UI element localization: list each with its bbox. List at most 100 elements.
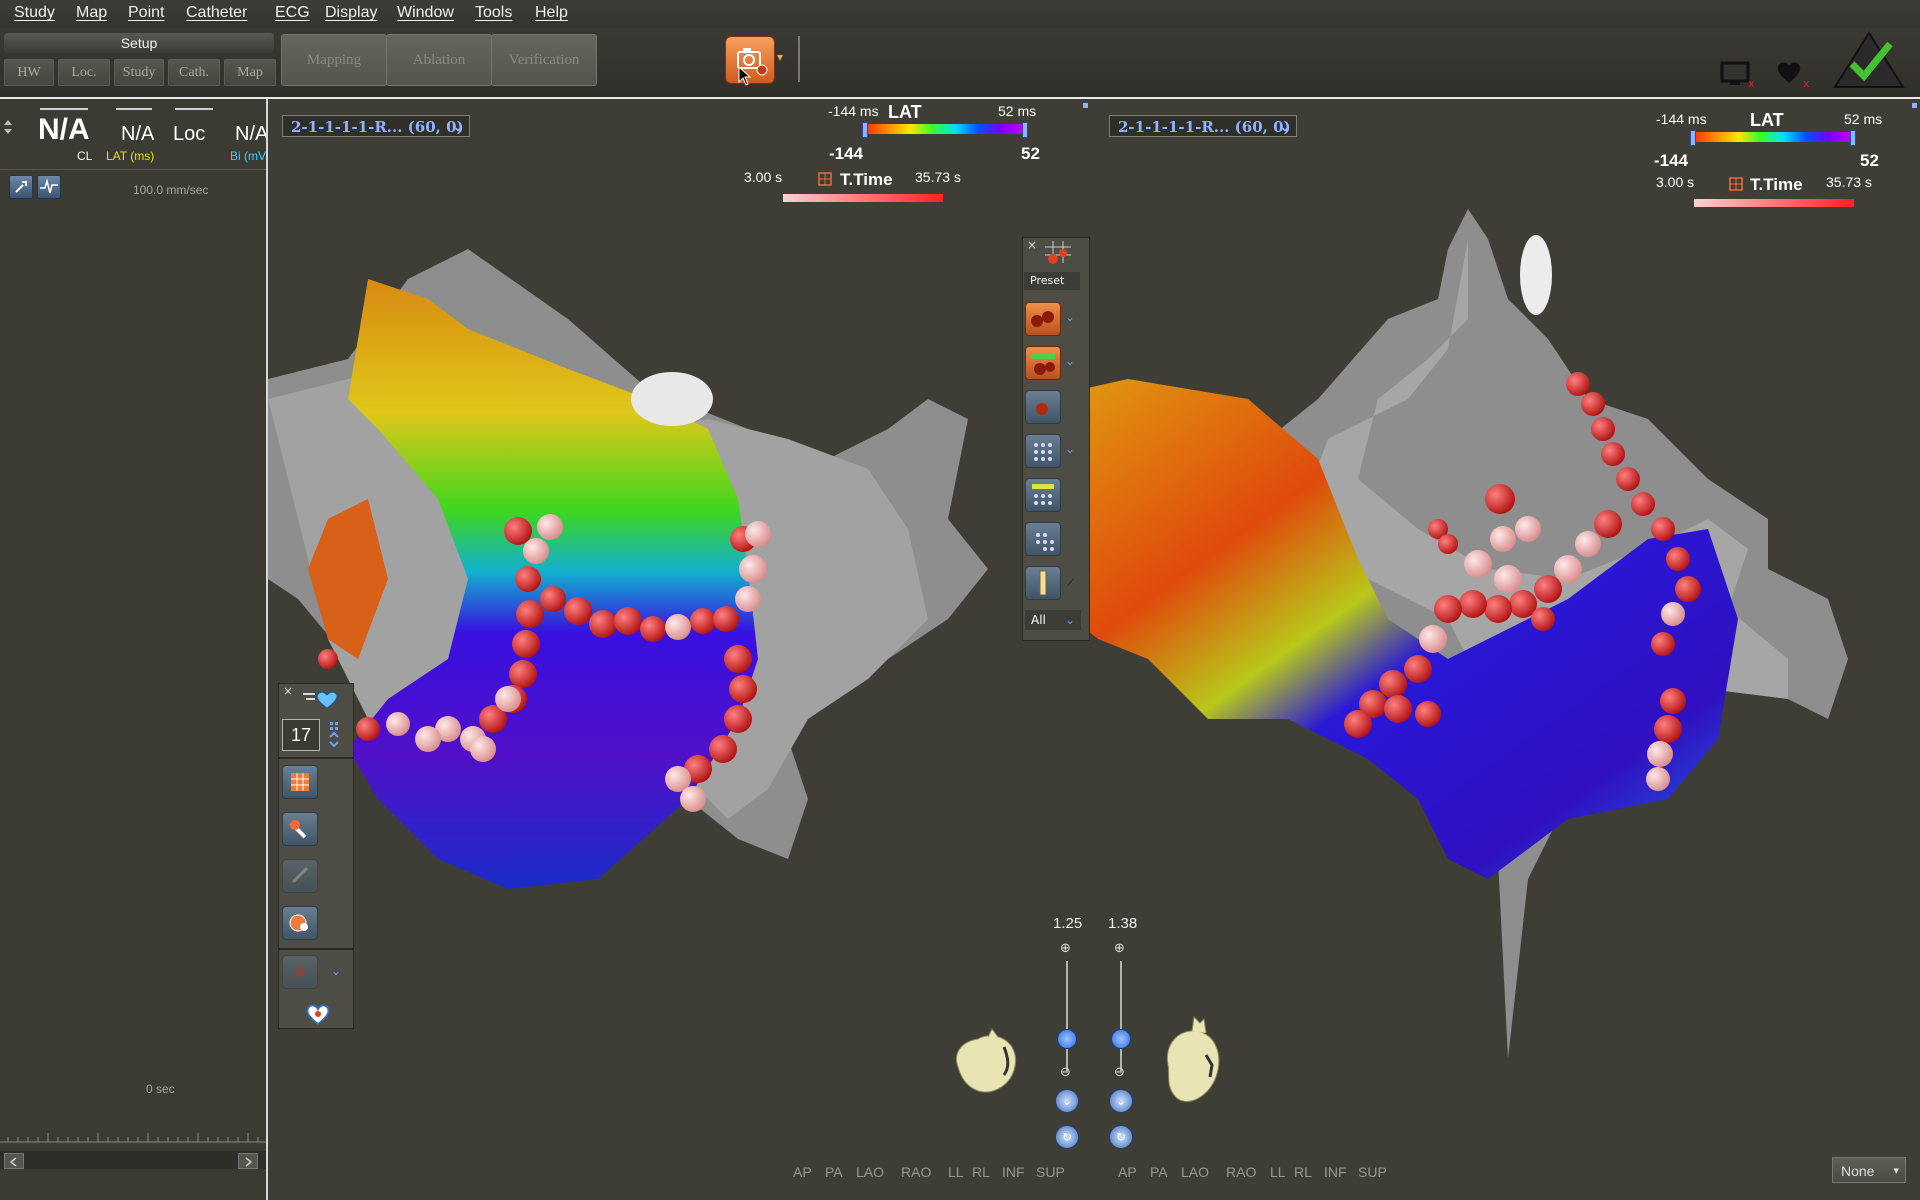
left-zoom-minus-icon[interactable]: ⊖ <box>1060 1065 1071 1080</box>
view-lao-right[interactable]: LAO <box>1181 1164 1209 1180</box>
points-colorbar-chevron-icon[interactable]: ⌄ <box>1065 354 1075 368</box>
wrench-icon <box>15 181 27 193</box>
mapping-button[interactable]: Mapping <box>281 34 387 86</box>
tab-cath[interactable]: Cath. <box>168 59 220 86</box>
left-view-reset-button[interactable]: ⌄ <box>1055 1089 1079 1113</box>
heart-hand-icon[interactable] <box>301 1000 335 1028</box>
right-map-select[interactable]: 2-1-1-1-1-R... (60, 0) ⌄ <box>1109 115 1297 137</box>
counter-stepper-icon[interactable] <box>327 720 343 750</box>
menu-display[interactable]: Display <box>325 4 377 22</box>
tag-grid-button[interactable] <box>282 765 318 799</box>
points-balls-button[interactable] <box>1025 302 1061 336</box>
none-select-value: None <box>1841 1163 1875 1179</box>
menu-catheter[interactable]: Catheter <box>186 4 247 22</box>
setup-tab[interactable]: Setup <box>4 33 274 53</box>
tag-location-button[interactable] <box>282 906 318 940</box>
points-balls-chevron-icon[interactable]: ⌄ <box>1065 310 1075 324</box>
left-lat-min-handle[interactable] <box>862 122 868 138</box>
menu-ecg[interactable]: ECG <box>275 4 310 22</box>
tag-palette-close-icon[interactable]: × <box>283 684 293 698</box>
menu-point[interactable]: Point <box>128 4 164 22</box>
menu-study[interactable]: Study <box>14 4 55 22</box>
left-zoom-slider[interactable] <box>1066 961 1068 1071</box>
tab-map[interactable]: Map <box>224 59 276 86</box>
waveform-tool-button[interactable] <box>37 175 61 199</box>
tag-record-chevron-icon[interactable]: ⌄ <box>331 964 341 978</box>
right-ttime-min: 3.00 s <box>1656 174 1695 190</box>
tag-counter[interactable]: 17 <box>282 719 320 751</box>
settings-tool-button[interactable] <box>9 175 33 199</box>
verification-button[interactable]: Verification <box>491 34 597 86</box>
right-view-reset-button[interactable]: ⌄ <box>1109 1089 1133 1113</box>
signal-panel: N/A CL N/A LAT (ms) Loc N/A Bi (mV) 100.… <box>0 99 268 1200</box>
view-lao-left[interactable]: LAO <box>856 1164 884 1180</box>
scroll-right-button[interactable] <box>238 1153 258 1169</box>
view-rl-left[interactable]: RL <box>972 1164 990 1180</box>
ablation-button[interactable]: Ablation <box>386 34 492 86</box>
right-zoom-value: 1.38 <box>1108 915 1138 932</box>
left-zoom-knob[interactable] <box>1057 1029 1077 1049</box>
view-rl-right[interactable]: RL <box>1294 1164 1312 1180</box>
view-rao-left[interactable]: RAO <box>901 1164 931 1180</box>
left-zoom-plus-icon[interactable]: ⊕ <box>1060 941 1071 956</box>
verify-check-icon[interactable] <box>1832 30 1906 90</box>
mesh-grid-chevron-icon[interactable]: ⌄ <box>1065 442 1075 456</box>
right-zoom-minus-icon[interactable]: ⊖ <box>1114 1065 1125 1080</box>
monitor-status-icon[interactable]: x <box>1718 55 1758 89</box>
right-lat-title: LAT <box>1750 110 1784 130</box>
view-pa-left[interactable]: PA <box>825 1164 843 1180</box>
right-zoom-knob[interactable] <box>1111 1029 1131 1049</box>
view-ll-right[interactable]: LL <box>1270 1164 1286 1180</box>
stat-lat-line <box>116 108 152 110</box>
tag-record-button[interactable] <box>282 955 318 989</box>
catheter-display-button[interactable] <box>1025 566 1061 600</box>
right-rotate-button[interactable]: ↻ <box>1109 1125 1133 1149</box>
stat-cl-value: N/A <box>38 113 90 146</box>
view-pa-right[interactable]: PA <box>1150 1164 1168 1180</box>
left-lat-max-handle[interactable] <box>1022 122 1028 138</box>
right-orientation-heart-icon[interactable] <box>1154 1015 1230 1115</box>
menu-window[interactable]: Window <box>397 4 454 22</box>
single-point-button[interactable] <box>1025 390 1061 424</box>
left-lat-max: 52 <box>1021 144 1040 163</box>
scroll-left-button[interactable] <box>4 1153 24 1169</box>
chevron-down-icon: ⌄ <box>1279 120 1290 134</box>
view-inf-left[interactable]: INF <box>1002 1164 1025 1180</box>
view-inf-right[interactable]: INF <box>1324 1164 1347 1180</box>
panel-scroll-arrows-icon[interactable] <box>3 119 13 135</box>
heart-status-icon[interactable]: x <box>1773 55 1813 89</box>
tab-hw[interactable]: HW <box>4 59 54 86</box>
tag-ablation-button[interactable] <box>282 812 318 846</box>
tab-study[interactable]: Study <box>114 59 164 86</box>
menu-map[interactable]: Map <box>76 4 107 22</box>
right-lat-min-handle[interactable] <box>1690 130 1696 146</box>
left-rotate-button[interactable]: ↻ <box>1055 1125 1079 1149</box>
map-viewport[interactable]: 2-1-1-1-1-R... (60, 0) ⌄ -144 ms LAT 52 … <box>268 99 1920 1200</box>
tag-disabled-button[interactable] <box>282 859 318 893</box>
left-map-select[interactable]: 2-1-1-1-1-R... (60, 0) ⌄ <box>282 115 470 137</box>
right-zoom-plus-icon[interactable]: ⊕ <box>1114 941 1125 956</box>
points-colorbar-button[interactable] <box>1025 346 1061 380</box>
point-filter-select[interactable]: All ⌄ <box>1025 610 1081 630</box>
menu-help[interactable]: Help <box>535 4 568 22</box>
right-zoom-slider[interactable] <box>1120 961 1122 1071</box>
preset-label[interactable]: Preset <box>1024 272 1080 290</box>
colored-grid-button[interactable] <box>1025 478 1061 512</box>
right-lat-max-handle[interactable] <box>1850 130 1856 146</box>
view-sup-left[interactable]: SUP <box>1036 1164 1065 1180</box>
grid-overlay-button[interactable] <box>1025 522 1061 556</box>
menu-tools[interactable]: Tools <box>475 4 512 22</box>
catheter-handle-icon: ⟋ <box>1067 578 1074 589</box>
view-ap-left[interactable]: AP <box>793 1164 812 1180</box>
mesh-grid-button[interactable] <box>1025 434 1061 468</box>
none-select[interactable]: None ▾ <box>1832 1157 1906 1183</box>
left-orientation-heart-icon[interactable] <box>948 1027 1024 1099</box>
view-ll-left[interactable]: LL <box>948 1164 964 1180</box>
palette-close-icon[interactable]: × <box>1027 238 1037 252</box>
time-scrollbar[interactable] <box>0 1151 266 1169</box>
view-ap-right[interactable]: AP <box>1118 1164 1137 1180</box>
tab-loc[interactable]: Loc. <box>58 59 110 86</box>
view-sup-right[interactable]: SUP <box>1358 1164 1387 1180</box>
snapshot-dropdown-icon[interactable]: ▾ <box>777 50 783 64</box>
view-rao-right[interactable]: RAO <box>1226 1164 1256 1180</box>
